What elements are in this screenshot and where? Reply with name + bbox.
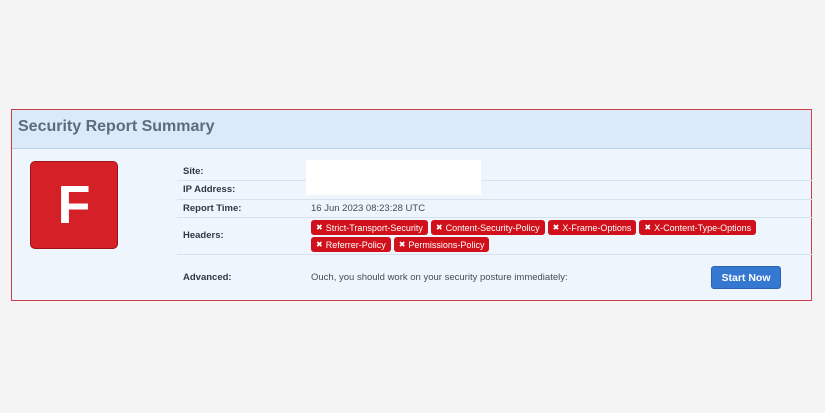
header-tag: ✖ Strict-Transport-Security xyxy=(311,220,428,235)
header-tag-label: Permissions-Policy xyxy=(408,239,485,250)
headers-label: Headers: xyxy=(183,230,224,241)
advanced-label: Advanced: xyxy=(183,272,232,283)
report-time-label: Report Time: xyxy=(183,203,242,214)
cross-icon: ✖ xyxy=(316,223,323,232)
headers-row: Headers: ✖ Strict-Transport-Security ✖ Con… xyxy=(177,217,812,255)
report-time-row: Report Time: 16 Jun 2023 08:23:28 UTC xyxy=(177,199,812,218)
header-tag-label: X-Content-Type-Options xyxy=(654,222,752,233)
ip-label: IP Address: xyxy=(183,184,236,195)
site-row: Site: xyxy=(177,161,812,181)
grade-badge: F xyxy=(30,161,118,249)
panel-header: Security Report Summary xyxy=(12,110,811,149)
cross-icon: ✖ xyxy=(316,240,323,249)
header-tag: ✖ Content-Security-Policy xyxy=(430,220,545,235)
security-report-panel: Security Report Summary F Site: IP Addre… xyxy=(11,109,812,301)
header-tag: ✖ Referrer-Policy xyxy=(311,237,391,252)
header-tag-label: Content-Security-Policy xyxy=(445,222,540,233)
panel-title: Security Report Summary xyxy=(18,118,215,135)
header-tag: ✖ Permissions-Policy xyxy=(393,237,490,252)
start-now-button[interactable]: Start Now xyxy=(711,266,781,289)
advanced-text: Ouch, you should work on your security p… xyxy=(311,272,568,283)
header-tag: ✖ X-Frame-Options xyxy=(547,220,637,235)
site-label: Site: xyxy=(183,166,204,177)
header-tag-label: Strict-Transport-Security xyxy=(325,222,423,233)
cross-icon: ✖ xyxy=(435,223,443,232)
redacted-site-info xyxy=(306,160,481,195)
cross-icon: ✖ xyxy=(644,223,652,232)
header-tag-label: X-Frame-Options xyxy=(562,222,632,233)
cross-icon: ✖ xyxy=(552,223,560,232)
header-tag-label: Referrer-Policy xyxy=(325,239,386,250)
report-time-value: 16 Jun 2023 08:23:28 UTC xyxy=(311,203,426,214)
cross-icon: ✖ xyxy=(398,240,406,249)
missing-headers-list: ✖ Strict-Transport-Security ✖ Content-Secu… xyxy=(311,220,781,252)
header-tag: ✖ X-Content-Type-Options xyxy=(639,220,757,235)
ip-row: IP Address: xyxy=(177,180,812,200)
